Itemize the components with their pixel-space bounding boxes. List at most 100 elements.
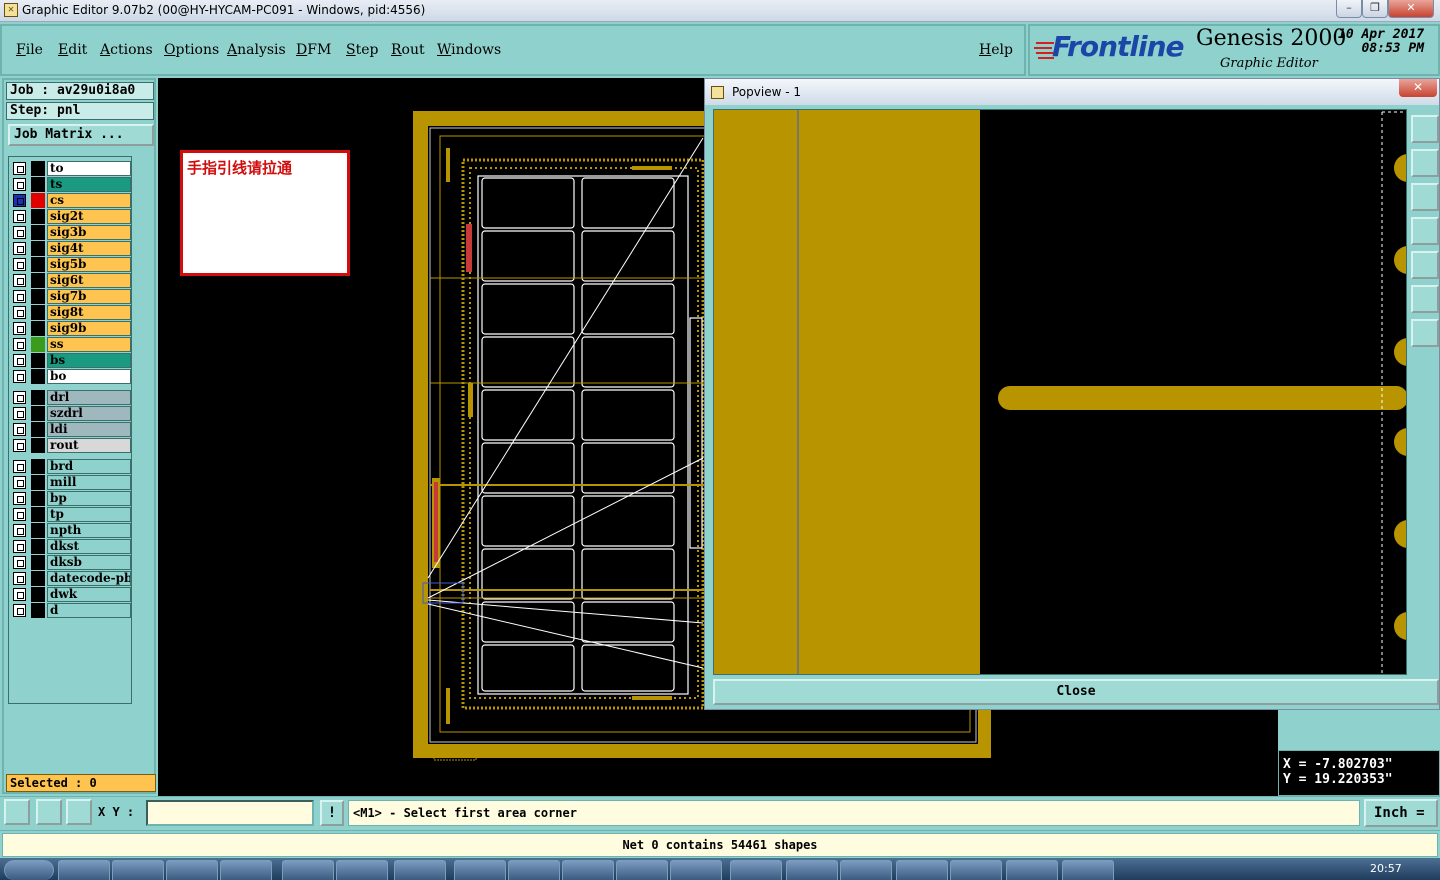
layer-name[interactable]: sig2t (47, 209, 131, 224)
layer-row[interactable]: d (13, 603, 131, 618)
layer-color-swatch[interactable] (31, 177, 45, 192)
layer-name[interactable]: sig3b (47, 225, 131, 240)
menu-step[interactable]: Step (346, 42, 378, 58)
layer-row[interactable]: npth (13, 523, 131, 538)
layer-row[interactable]: bs (13, 353, 131, 368)
zoom-window-icon[interactable] (1411, 115, 1439, 143)
layer-checkbox[interactable] (13, 194, 26, 207)
window-titlebar[interactable]: ✕ Graphic Editor 9.07b2 (00@HY-HYCAM-PC0… (0, 0, 1440, 22)
taskbar-app-5[interactable] (282, 860, 334, 880)
zoom-fit-icon[interactable] (1411, 319, 1439, 347)
taskbar-app-15[interactable] (840, 860, 892, 880)
layer-row[interactable]: rout (13, 438, 131, 453)
layer-checkbox[interactable] (13, 338, 26, 351)
layer-row[interactable]: ts (13, 177, 131, 192)
layer-checkbox[interactable] (13, 178, 26, 191)
layer-checkbox[interactable] (13, 604, 26, 617)
taskbar-app-11[interactable] (616, 860, 668, 880)
layer-checkbox[interactable] (13, 242, 26, 255)
popview-close-x[interactable]: ✕ (1399, 79, 1437, 97)
zoom-tool-icon[interactable] (4, 799, 30, 825)
layer-color-swatch[interactable] (31, 438, 45, 453)
layer-row[interactable]: sig5b (13, 257, 131, 272)
menu-dfm[interactable]: DFM (296, 42, 331, 58)
taskbar-app-8[interactable] (454, 860, 506, 880)
layer-row[interactable]: dwk (13, 587, 131, 602)
layer-color-swatch[interactable] (31, 225, 45, 240)
layer-color-swatch[interactable] (31, 422, 45, 437)
close-button[interactable]: ✕ (1388, 0, 1434, 18)
taskbar-app-2[interactable] (112, 860, 164, 880)
layer-name[interactable]: ts (47, 177, 131, 192)
measure-tool-icon[interactable] (36, 799, 62, 825)
layer-row[interactable]: sig8t (13, 305, 131, 320)
taskbar-app-16[interactable] (896, 860, 948, 880)
layer-row[interactable]: ldi (13, 422, 131, 437)
layer-row[interactable]: sig7b (13, 289, 131, 304)
layer-color-swatch[interactable] (31, 523, 45, 538)
layer-checkbox[interactable] (13, 423, 26, 436)
layer-checkbox[interactable] (13, 572, 26, 585)
layer-checkbox[interactable] (13, 210, 26, 223)
taskbar-app-7[interactable] (394, 860, 446, 880)
layer-row[interactable]: cs (13, 193, 131, 208)
layer-checkbox[interactable] (13, 492, 26, 505)
layer-row[interactable]: brd (13, 459, 131, 474)
layer-row[interactable]: sig2t (13, 209, 131, 224)
xy-input[interactable] (146, 800, 314, 826)
zoom-home-icon[interactable] (1411, 285, 1439, 313)
taskbar-app-6[interactable] (336, 860, 388, 880)
popview-close-button[interactable]: Close (713, 679, 1439, 705)
layer-row[interactable]: bp (13, 491, 131, 506)
unit-selector[interactable]: Inch = (1364, 799, 1438, 827)
layer-checkbox[interactable] (13, 460, 26, 473)
layer-checkbox[interactable] (13, 556, 26, 569)
menu-edit[interactable]: Edit (58, 42, 87, 58)
layer-name[interactable]: bs (47, 353, 131, 368)
layer-row[interactable]: sig3b (13, 225, 131, 240)
layer-name[interactable]: sig7b (47, 289, 131, 304)
layer-checkbox[interactable] (13, 322, 26, 335)
layer-checkbox[interactable] (13, 290, 26, 303)
layer-color-swatch[interactable] (31, 491, 45, 506)
layer-row[interactable]: sig9b (13, 321, 131, 336)
layer-color-swatch[interactable] (31, 289, 45, 304)
pan-left-icon[interactable] (1411, 217, 1439, 245)
layer-name[interactable]: sig8t (47, 305, 131, 320)
job-matrix-button[interactable]: Job Matrix ... (8, 124, 154, 146)
layer-checkbox[interactable] (13, 524, 26, 537)
layer-name[interactable]: brd (47, 459, 131, 474)
taskbar-app-1[interactable] (58, 860, 110, 880)
layer-name[interactable]: dwk (47, 587, 131, 602)
layer-color-swatch[interactable] (31, 571, 45, 586)
layer-checkbox[interactable] (13, 407, 26, 420)
layer-row[interactable]: dksb (13, 555, 131, 570)
layer-checkbox[interactable] (13, 391, 26, 404)
layer-name[interactable]: sig4t (47, 241, 131, 256)
taskbar-app-3[interactable] (166, 860, 218, 880)
layer-checkbox[interactable] (13, 274, 26, 287)
layer-name[interactable]: rout (47, 438, 131, 453)
layer-color-swatch[interactable] (31, 337, 45, 352)
layer-name[interactable]: sig6t (47, 273, 131, 288)
popview-titlebar[interactable]: Popview - 1 ✕ (705, 79, 1439, 105)
layer-color-swatch[interactable] (31, 161, 45, 176)
layer-row[interactable]: dkst (13, 539, 131, 554)
layer-color-swatch[interactable] (31, 353, 45, 368)
layer-name[interactable]: bp (47, 491, 131, 506)
layer-checkbox[interactable] (13, 258, 26, 271)
layer-color-swatch[interactable] (31, 321, 45, 336)
layer-color-swatch[interactable] (31, 257, 45, 272)
layer-name[interactable]: datecode-pbo (47, 571, 131, 586)
layer-name[interactable]: drl (47, 390, 131, 405)
layer-row[interactable]: tp (13, 507, 131, 522)
layer-row[interactable]: drl (13, 390, 131, 405)
layer-checkbox[interactable] (13, 354, 26, 367)
menu-analysis[interactable]: Analysis (227, 42, 286, 58)
menu-windows[interactable]: Windows (437, 42, 501, 58)
pan-down-icon[interactable] (1411, 183, 1439, 211)
maximize-button[interactable]: ❐ (1362, 0, 1388, 18)
layer-row[interactable]: bo (13, 369, 131, 384)
layer-row[interactable]: to (13, 161, 131, 176)
layer-row[interactable]: sig4t (13, 241, 131, 256)
